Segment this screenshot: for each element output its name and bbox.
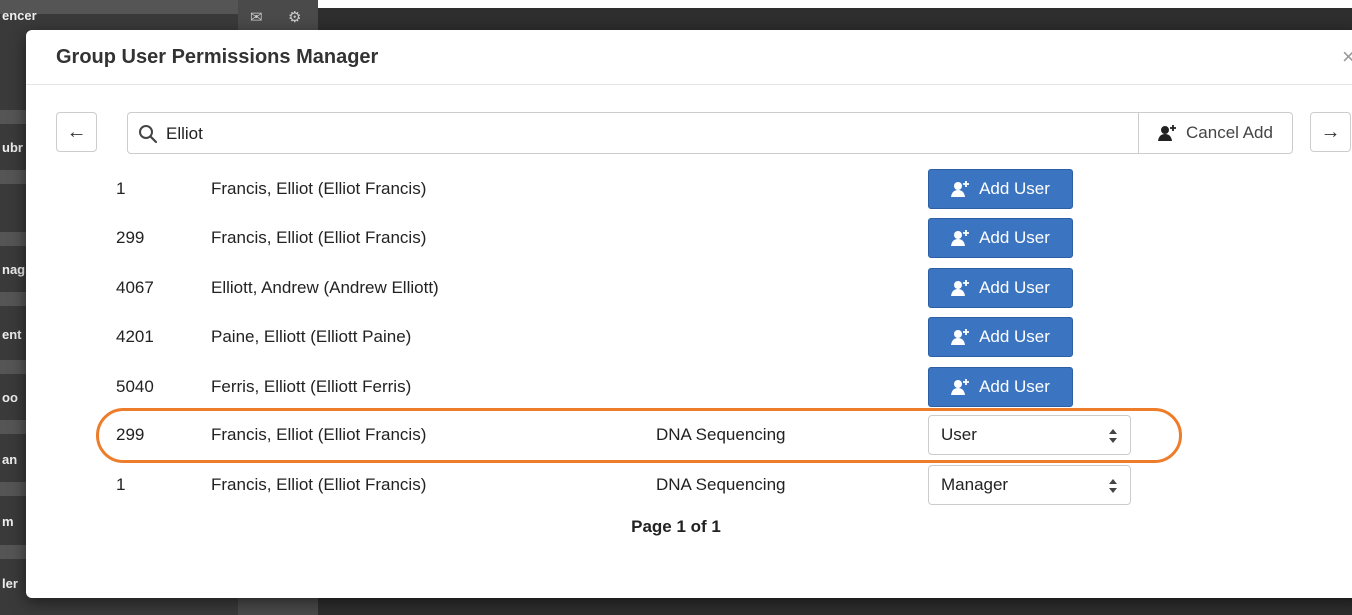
user-name: Francis, Elliot (Elliot Francis): [211, 179, 427, 198]
sidebar-fragment: encer: [2, 8, 37, 23]
previous-page-button[interactable]: ←: [56, 112, 97, 152]
user-name: Paine, Elliott (Elliott Paine): [211, 327, 412, 346]
gear-icon: ⚙: [288, 9, 302, 26]
arrow-left-icon: ←: [66, 120, 87, 143]
role-select[interactable]: Manager: [928, 465, 1131, 505]
result-row: 299 Francis, Elliot (Elliot Francis) Add…: [26, 215, 1326, 261]
user-name: Francis, Elliot (Elliot Francis): [211, 475, 427, 494]
member-row: 299 Francis, Elliot (Elliot Francis) DNA…: [26, 412, 1326, 458]
user-name: Francis, Elliot (Elliot Francis): [211, 228, 427, 247]
select-arrows-icon: [1109, 479, 1117, 493]
user-plus-icon: [1158, 125, 1177, 141]
result-row: 4201 Paine, Elliott (Elliott Paine) Add …: [26, 314, 1326, 360]
result-row: 4067 Elliott, Andrew (Andrew Elliott) Ad…: [26, 265, 1326, 311]
add-user-label: Add User: [979, 179, 1050, 198]
page-indicator: Page 1 of 1: [631, 517, 721, 536]
user-plus-icon: [951, 329, 970, 345]
add-user-button[interactable]: Add User: [928, 317, 1073, 357]
arrow-right-icon: →: [1320, 120, 1341, 143]
user-id: 1: [116, 179, 126, 198]
add-user-button[interactable]: Add User: [928, 218, 1073, 258]
add-user-button[interactable]: Add User: [928, 169, 1073, 209]
sidebar-fragment: an: [2, 452, 18, 467]
cancel-add-label: Cancel Add: [1186, 123, 1273, 142]
cancel-add-button[interactable]: Cancel Add: [1138, 113, 1292, 153]
result-row: 5040 Ferris, Elliott (Elliott Ferris) Ad…: [26, 364, 1326, 410]
user-id: 299: [116, 425, 145, 444]
member-row: 1 Francis, Elliot (Elliot Francis) DNA S…: [26, 462, 1326, 508]
user-id: 1: [116, 475, 126, 494]
search-value[interactable]: Elliot: [166, 124, 203, 144]
close-button[interactable]: ×: [1342, 44, 1352, 70]
sidebar-fragment: ubr: [2, 140, 23, 155]
sidebar-fragment: ent: [2, 327, 22, 342]
mail-icon: ✉: [250, 9, 263, 26]
user-plus-icon: [951, 181, 970, 197]
select-arrows-icon: [1109, 429, 1117, 443]
modal-title: Group User Permissions Manager: [56, 45, 379, 68]
add-user-button[interactable]: Add User: [928, 367, 1073, 407]
add-user-label: Add User: [979, 377, 1050, 396]
sidebar-fragment: ler: [2, 576, 18, 591]
add-user-label: Add User: [979, 278, 1050, 297]
group-name: DNA Sequencing: [656, 475, 786, 494]
add-user-label: Add User: [979, 327, 1050, 346]
user-id: 5040: [116, 377, 154, 396]
sidebar-fragment: oo: [2, 390, 18, 405]
permissions-modal: Group User Permissions Manager × ← Ellio…: [26, 30, 1352, 598]
user-name: Francis, Elliot (Elliot Francis): [211, 425, 427, 444]
group-name: DNA Sequencing: [656, 425, 786, 444]
user-id: 4201: [116, 327, 154, 346]
user-name: Elliott, Andrew (Andrew Elliott): [211, 278, 439, 297]
add-user-button[interactable]: Add User: [928, 268, 1073, 308]
next-page-button[interactable]: →: [1310, 112, 1351, 152]
role-value: Manager: [941, 475, 1009, 494]
search-icon: [139, 125, 158, 144]
result-row: 1 Francis, Elliot (Elliot Francis) Add U…: [26, 166, 1326, 212]
role-select[interactable]: User: [928, 415, 1131, 455]
user-plus-icon: [951, 379, 970, 395]
add-user-label: Add User: [979, 228, 1050, 247]
sidebar-fragment: nag: [2, 262, 26, 277]
user-id: 299: [116, 228, 145, 247]
role-value: User: [941, 425, 977, 444]
user-search-input[interactable]: Elliot Cancel Add: [127, 112, 1293, 154]
user-plus-icon: [951, 230, 970, 246]
modal-header: Group User Permissions Manager: [26, 30, 1352, 85]
user-name: Ferris, Elliott (Elliott Ferris): [211, 377, 412, 396]
sidebar-fragment: m: [2, 514, 14, 529]
user-id: 4067: [116, 278, 154, 297]
user-plus-icon: [951, 280, 970, 296]
